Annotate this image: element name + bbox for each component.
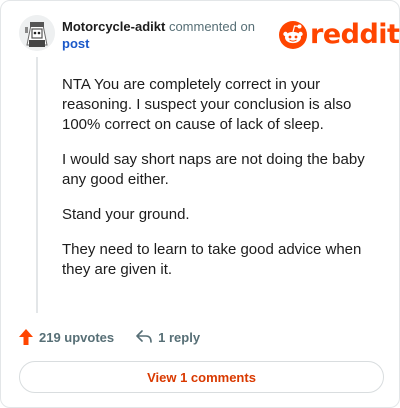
comment-paragraph: I would say short naps are not doing the…: [62, 151, 365, 188]
reddit-snoo-icon: [279, 21, 307, 49]
upvote-count: 219 upvotes: [39, 329, 115, 345]
upvote-button[interactable]: 219 upvotes: [19, 329, 114, 345]
comment-paragraph: Stand your ground.: [62, 206, 190, 223]
reddit-logo: reddit: [279, 19, 400, 50]
reply-button[interactable]: 1 reply: [136, 330, 200, 345]
thread-line: [36, 57, 38, 313]
reddit-wordmark: reddit: [310, 19, 400, 50]
view-comments-button[interactable]: View 1 comments: [19, 361, 384, 393]
username[interactable]: Motorcycle-adikt: [62, 19, 165, 34]
post-link[interactable]: post: [62, 35, 255, 52]
comment-paragraph: NTA You are completely correct in your r…: [62, 76, 352, 133]
reply-count: 1 reply: [158, 329, 201, 345]
upvote-arrow-icon: [19, 329, 33, 345]
commented-on-text: commented on: [168, 19, 255, 34]
avatar[interactable]: [19, 15, 55, 51]
comment-actions: 219 upvotes 1 reply: [19, 327, 200, 347]
comment-body: NTA You are completely correct in your r…: [62, 75, 382, 295]
comment-card: Motorcycle-adikt commented on post reddi…: [0, 0, 400, 408]
comment-paragraph: They need to learn to take good advice w…: [62, 241, 362, 278]
comment-header: Motorcycle-adikt commented on post: [62, 18, 255, 52]
reply-arrow-icon: [136, 330, 152, 343]
user-avatar-icon: [19, 15, 55, 51]
